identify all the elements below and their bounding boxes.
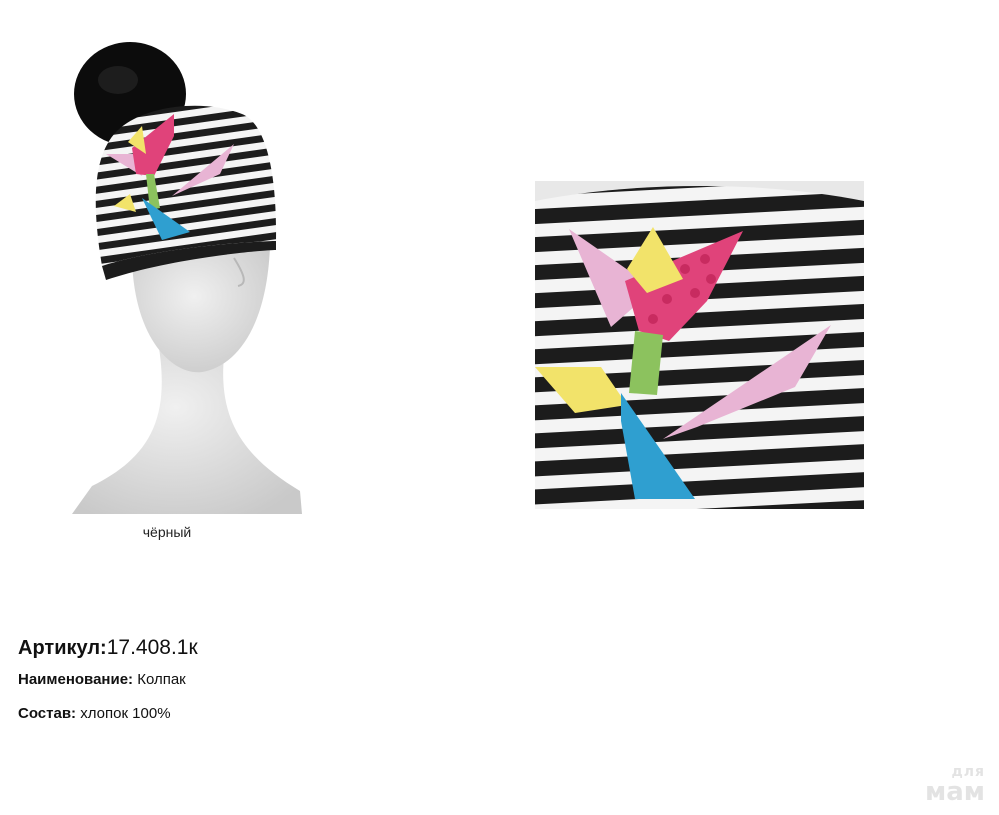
article-label: Артикул:	[18, 637, 107, 659]
article-value: 17.408.1к	[106, 636, 198, 659]
composition-value: хлопок 100%	[80, 705, 171, 722]
name-line: Наименование: Колпак	[18, 671, 186, 688]
composition-label: Состав:	[18, 705, 77, 722]
watermark-logo: для мам	[925, 765, 985, 805]
article-line: Артикул:17.408.1к	[18, 636, 198, 660]
composition-line: Состав: хлопок 100%	[18, 705, 171, 722]
product-photo	[62, 36, 302, 514]
detail-photo	[535, 181, 864, 509]
name-label: Наименование:	[18, 671, 134, 688]
name-value: Колпак	[137, 671, 186, 688]
watermark-bottom: мам	[924, 777, 985, 807]
color-caption: чёрный	[142, 524, 192, 540]
